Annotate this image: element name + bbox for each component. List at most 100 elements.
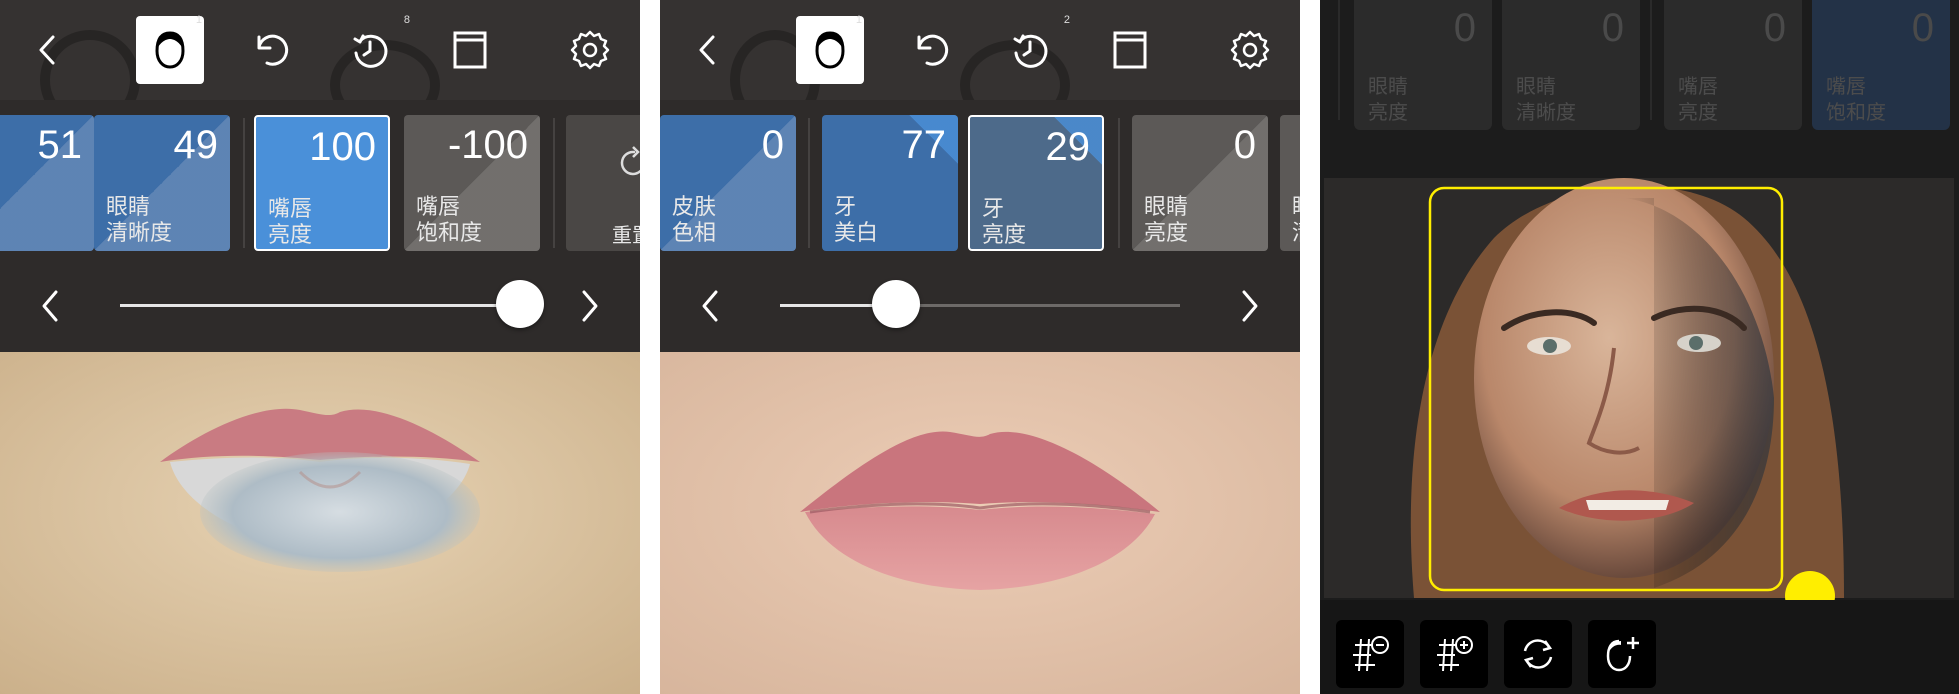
card-value: 0 (761, 123, 784, 167)
adjustment-card[interactable]: 77 牙 美白 (822, 115, 958, 251)
adjustment-card-selected[interactable]: 29 牙 亮度 (968, 115, 1104, 251)
compare-icon (1113, 31, 1147, 69)
card-value: -100 (447, 123, 528, 167)
reset-icon (620, 146, 640, 176)
card-sublabel: 色相 (672, 221, 717, 246)
gear-icon (1230, 30, 1270, 70)
previous-arrow-icon[interactable] (30, 286, 70, 326)
card-value: 0 (1453, 6, 1476, 50)
card-sublabel: 亮度 (1678, 100, 1718, 124)
adjustment-card[interactable]: 0 嘴唇 亮度 (1664, 0, 1802, 130)
back-button[interactable] (14, 16, 82, 84)
add-landmark-icon (1437, 636, 1473, 672)
history-count-badge: 2 (1063, 14, 1070, 26)
card-value: 0 (1233, 123, 1256, 167)
editor-panel-lips: 1 8 51 49 眼睛 清晰度 100 嘴唇 亮度 -100 嘴唇 饱和度 重 (0, 0, 640, 694)
card-value: 0 (1911, 6, 1934, 50)
back-icon (699, 35, 715, 65)
card-sublabel: 亮度 (268, 223, 313, 248)
slider-knob[interactable] (496, 280, 544, 328)
adjustment-card[interactable]: 0 皮肤 色相 (660, 115, 796, 251)
reset-card[interactable]: 重置 (566, 115, 640, 251)
lips-photo (660, 352, 1300, 694)
next-arrow-icon[interactable] (1230, 286, 1270, 326)
back-button[interactable] (674, 16, 742, 84)
compare-icon (453, 31, 487, 69)
card-value: 100 (309, 125, 376, 169)
adjustment-card[interactable]: 0 嘴唇 饱和度 (1812, 0, 1950, 130)
card-value: 0 (1601, 6, 1624, 50)
face-icon (155, 31, 185, 69)
undo-icon (257, 34, 289, 66)
card-label: 眼睛 (1368, 74, 1408, 98)
slider-track[interactable] (120, 304, 520, 307)
card-value: 29 (1045, 125, 1091, 169)
undo-button[interactable] (896, 16, 964, 84)
add-face-button[interactable] (1588, 620, 1656, 688)
card-label: 重置 (612, 223, 640, 247)
undo-icon (917, 34, 949, 66)
slider-track[interactable] (780, 304, 1180, 307)
history-count-badge: 8 (403, 14, 410, 26)
settings-button[interactable] (1216, 16, 1284, 84)
adjustment-card[interactable]: 51 (0, 115, 94, 251)
adjustment-card[interactable]: 0 眼睛 亮度 (1354, 0, 1492, 130)
gear-icon (570, 30, 610, 70)
history-icon (1013, 34, 1048, 68)
top-toolbar: 1 8 (0, 0, 640, 130)
lips-photo (0, 352, 640, 694)
adjustment-cards: 51 49 眼睛 清晰度 100 嘴唇 亮度 -100 嘴唇 饱和度 重置 (0, 100, 640, 260)
bottom-toolbar (1320, 600, 1959, 694)
rotate-button[interactable] (1504, 620, 1572, 688)
slider-knob[interactable] (872, 280, 920, 328)
editor-panel-teeth: 1 2 0 皮肤 色相 77 牙 美白 29 牙 亮度 0 眼睛 亮度 (660, 0, 1300, 694)
adjustment-card[interactable]: 0 眼睛 亮度 (1132, 115, 1268, 251)
adjustment-card[interactable]: 49 眼睛 清晰度 (94, 115, 230, 251)
adjustment-card[interactable]: 0 眼睛 清晰度 (1502, 0, 1640, 130)
divider (1338, 0, 1340, 120)
face-icon (815, 31, 845, 69)
settings-button[interactable] (556, 16, 624, 84)
undo-button[interactable] (236, 16, 304, 84)
card-sublabel: 亮度 (982, 223, 1027, 248)
adjustment-card-selected[interactable]: 100 嘴唇 亮度 (254, 115, 390, 251)
add-face-icon (1606, 637, 1639, 672)
card-value: 49 (173, 123, 219, 167)
slider-fill (120, 304, 520, 307)
card-sublabel: 亮度 (1368, 100, 1408, 124)
face-count-badge: 1 (195, 14, 202, 26)
adjustment-card[interactable]: -100 嘴唇 饱和度 (404, 115, 540, 251)
remove-landmark-icon (1353, 636, 1389, 672)
compare-button[interactable] (1096, 16, 1164, 84)
adjustment-card[interactable]: 眼 清 (1280, 115, 1300, 251)
card-sublabel: 饱和度 (416, 221, 483, 246)
divider (1650, 0, 1652, 120)
previous-arrow-icon[interactable] (690, 286, 730, 326)
card-label: 眼睛 (1516, 74, 1556, 98)
add-landmark-button[interactable] (1420, 620, 1488, 688)
divider (1118, 118, 1120, 248)
history-button[interactable]: 8 (336, 14, 410, 84)
card-sublabel: 饱和度 (1826, 100, 1886, 124)
divider (243, 118, 245, 248)
remove-landmark-button[interactable] (1336, 620, 1404, 688)
rotate-icon (1523, 639, 1553, 669)
next-arrow-icon[interactable] (570, 286, 610, 326)
card-value: 77 (901, 123, 947, 167)
slider-bar (660, 260, 1300, 352)
face-select-button[interactable]: 1 (796, 14, 864, 84)
adjustment-cards: 0 皮肤 色相 77 牙 美白 29 牙 亮度 0 眼睛 亮度 眼 清 (660, 100, 1300, 260)
face-detect-panel: 0 眼睛 亮度 0 眼睛 清晰度 0 嘴唇 亮度 0 嘴唇 饱和度 (1320, 0, 1959, 694)
history-button[interactable]: 2 (996, 14, 1070, 84)
divider (808, 118, 810, 248)
compare-button[interactable] (436, 16, 504, 84)
card-value: 0 (1763, 6, 1786, 50)
face-select-button[interactable]: 1 (136, 14, 204, 84)
divider (553, 118, 555, 248)
card-label: 嘴唇 (1826, 74, 1866, 98)
history-icon (353, 34, 388, 68)
card-sublabel: 亮度 (1144, 221, 1189, 246)
card-label: 嘴唇 (1678, 74, 1718, 98)
top-toolbar: 1 2 (660, 0, 1300, 130)
portrait-photo (1324, 178, 1954, 598)
